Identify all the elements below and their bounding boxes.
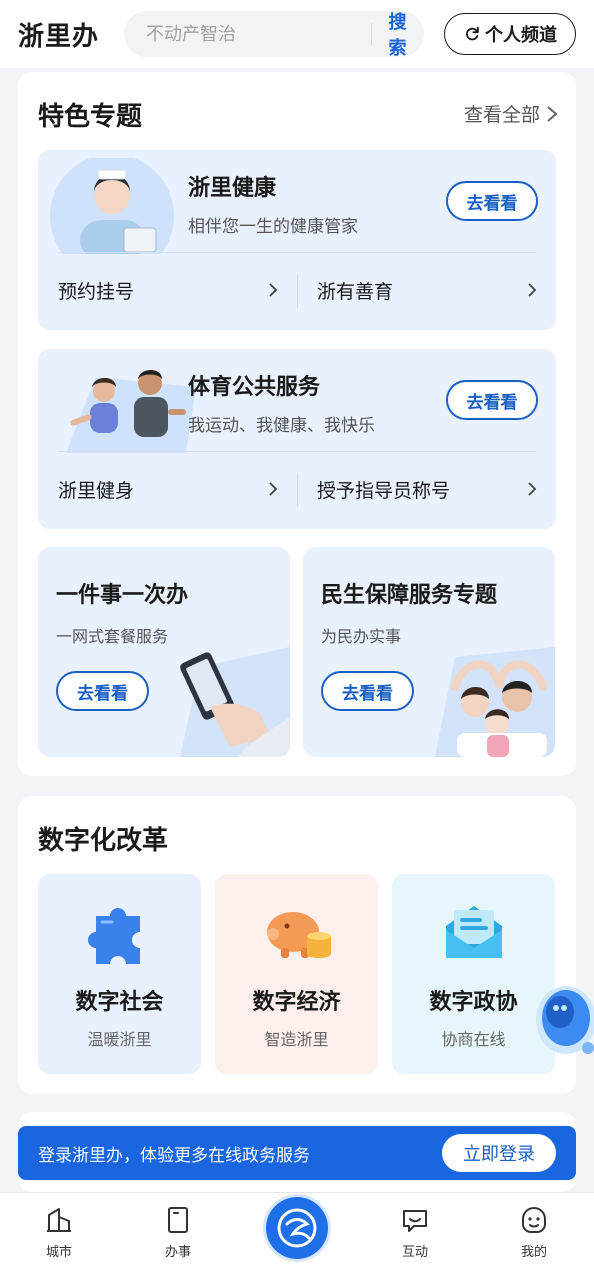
instructor-title-label: 授予指导员称号 (317, 479, 451, 502)
digital-reform-title: 数字化改革 (38, 826, 169, 856)
nurse-illustration (50, 158, 174, 254)
health-go-button[interactable]: 去看看 (446, 181, 538, 221)
childbirth-label: 浙有善育 (317, 280, 394, 303)
login-banner: 登录浙里办，体验更多在线政务服务 立即登录 (18, 1126, 576, 1180)
nav-city-label: 城市 (45, 1245, 72, 1260)
digital-society-subtitle: 温暖浙里 (87, 1030, 152, 1049)
featured-section: 特色专题 查看全部 浙里健康 相伴您一生的健康管家 去看看 预约挂号 浙有善育 (18, 72, 576, 776)
runners-illustration (66, 370, 196, 453)
chat-icon (403, 1210, 427, 1232)
digital-society-title: 数字社会 (75, 990, 164, 1015)
digital-economy-subtitle: 智造浙里 (264, 1030, 329, 1049)
city-icon (47, 1208, 71, 1232)
phone-hand-illustration (180, 647, 290, 757)
fitness-link[interactable]: 浙里健身 (58, 469, 278, 509)
chevron-right-icon (528, 283, 537, 297)
livelihood-card[interactable]: 民生保障服务专题 为民办实事 去看看 (303, 547, 555, 757)
search-button[interactable]: 搜索 (372, 8, 424, 60)
health-subtitle: 相伴您一生的健康管家 (188, 217, 358, 237)
sport-subtitle: 我运动、我健康、我快乐 (188, 416, 375, 436)
featured-title: 特色专题 (38, 102, 143, 132)
envelope-icon (446, 906, 502, 958)
divider (297, 274, 298, 308)
refresh-icon (466, 26, 479, 41)
childbirth-link[interactable]: 浙有善育 (317, 270, 537, 310)
livelihood-go-button[interactable]: 去看看 (321, 671, 414, 711)
one-thing-subtitle: 一网式套餐服务 (56, 627, 169, 646)
login-banner-text: 登录浙里办，体验更多在线政务服务 (38, 1146, 310, 1166)
health-title: 浙里健康 (188, 176, 277, 201)
divider (58, 252, 536, 253)
see-all-link[interactable]: 查看全部 (464, 100, 558, 127)
digital-reform-section: 数字化改革 数字社会 温暖浙里 数字经济 智造浙里 数字政协 协商在线 (18, 796, 576, 1094)
nav-affairs-label: 办事 (164, 1245, 191, 1260)
nav-affairs[interactable]: 办事 (138, 1205, 218, 1260)
document-icon (168, 1207, 188, 1233)
divider (297, 473, 298, 507)
assistant-robot-icon[interactable] (528, 978, 594, 1062)
sport-title: 体育公共服务 (188, 375, 321, 400)
health-card[interactable]: 浙里健康 相伴您一生的健康管家 去看看 预约挂号 浙有善育 (38, 150, 556, 330)
fitness-label: 浙里健身 (58, 479, 135, 502)
search-bar[interactable]: 搜索 (124, 8, 424, 60)
digital-economy-card[interactable]: 数字经济 智造浙里 (215, 874, 378, 1074)
chevron-right-icon (269, 283, 278, 297)
nav-home-logo[interactable] (266, 1197, 328, 1259)
app-logo: 浙里办 (18, 21, 100, 52)
piggy-bank-icon (267, 912, 331, 958)
digital-society-card[interactable]: 数字社会 温暖浙里 (38, 874, 201, 1074)
appointment-link[interactable]: 预约挂号 (58, 270, 278, 310)
one-thing-title: 一件事一次办 (56, 583, 189, 608)
top-header: 浙里办 搜索 个人频道 (0, 0, 594, 68)
smile-icon (522, 1206, 546, 1233)
see-all-label: 查看全部 (463, 104, 540, 126)
appointment-label: 预约挂号 (58, 280, 135, 303)
family-illustration (435, 647, 555, 757)
personal-channel-button[interactable]: 个人频道 (444, 13, 576, 55)
bottom-nav: 城市 办事 互动 我的 (0, 1192, 594, 1280)
one-thing-card[interactable]: 一件事一次办 一网式套餐服务 去看看 (38, 547, 290, 757)
nav-mine-label: 我的 (520, 1245, 547, 1260)
livelihood-subtitle: 为民办实事 (321, 627, 402, 646)
livelihood-title: 民生保障服务专题 (321, 583, 498, 608)
nav-city[interactable]: 城市 (19, 1205, 99, 1260)
instructor-title-link[interactable]: 授予指导员称号 (317, 469, 537, 509)
one-thing-go-button[interactable]: 去看看 (56, 671, 149, 711)
digital-economy-title: 数字经济 (252, 990, 341, 1015)
sport-card[interactable]: 体育公共服务 我运动、我健康、我快乐 去看看 浙里健身 授予指导员称号 (38, 349, 556, 529)
nav-interact[interactable]: 互动 (375, 1205, 455, 1260)
nav-mine[interactable]: 我的 (494, 1205, 574, 1260)
sport-go-button[interactable]: 去看看 (446, 380, 538, 420)
chevron-right-icon (528, 482, 537, 496)
chevron-right-icon (547, 105, 558, 122)
search-input[interactable] (124, 23, 371, 45)
login-now-button[interactable]: 立即登录 (442, 1134, 556, 1172)
zheliban-logo-icon (277, 1208, 317, 1248)
nav-interact-label: 互动 (401, 1245, 428, 1260)
chevron-right-icon (269, 482, 278, 496)
puzzle-icon (88, 908, 140, 964)
personal-channel-label: 个人频道 (485, 25, 557, 46)
divider (58, 451, 536, 452)
